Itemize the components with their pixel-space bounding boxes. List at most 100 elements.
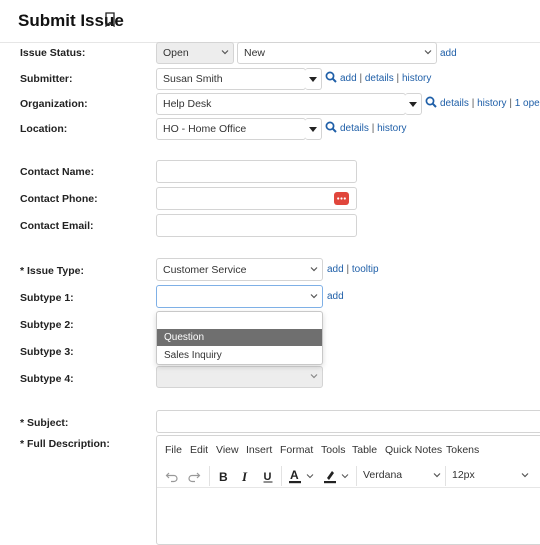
- menu-tools[interactable]: Tools: [321, 444, 346, 456]
- toolbar-bottom-border: [157, 487, 540, 488]
- location-value: HO - Home Office: [163, 123, 247, 135]
- subtype3-label: Subtype 3:: [20, 346, 74, 358]
- submitter-value: Susan Smith: [163, 73, 223, 85]
- issue-type-value: Customer Service: [163, 263, 247, 276]
- chevron-down-icon: [310, 266, 318, 271]
- toolbar-divider: [209, 466, 210, 486]
- link-separator: |: [371, 123, 375, 134]
- menu-quick-notes[interactable]: Quick Notes: [385, 444, 442, 456]
- contact-name-label: Contact Name:: [20, 166, 95, 178]
- subtype4-select[interactable]: [156, 366, 323, 388]
- issue-status-add-link[interactable]: add: [440, 48, 457, 59]
- text-color-icon[interactable]: A: [288, 465, 316, 487]
- organization-dropdown-button[interactable]: [405, 93, 422, 115]
- subtype1-label: Subtype 1:: [20, 292, 74, 304]
- font-family-select[interactable]: Verdana: [363, 469, 402, 481]
- location-label: Location:: [20, 123, 68, 135]
- caret-down-icon: [409, 102, 417, 107]
- contact-phone-label: Contact Phone:: [20, 193, 98, 205]
- chevron-down-icon: [433, 473, 441, 478]
- caret-down-icon: [309, 127, 317, 132]
- organization-value: Help Desk: [163, 98, 212, 110]
- chevron-down-icon: [521, 473, 529, 478]
- subtype1-option-sales-inquiry[interactable]: Sales Inquiry: [157, 347, 322, 364]
- submitter-label: Submitter:: [20, 73, 73, 85]
- redo-icon[interactable]: [187, 465, 201, 487]
- organization-label: Organization:: [20, 98, 88, 110]
- subtype4-label: Subtype 4:: [20, 373, 74, 385]
- svg-text:A: A: [290, 468, 299, 482]
- font-size-select[interactable]: 12px: [452, 469, 475, 481]
- menu-tokens[interactable]: Tokens: [446, 444, 479, 456]
- subtype1-option-question[interactable]: Question: [157, 329, 322, 346]
- issue-status-select[interactable]: Open: [156, 42, 234, 64]
- subtype1-select[interactable]: [156, 285, 323, 308]
- chevron-down-icon: [310, 374, 318, 379]
- chevron-down-icon: [310, 293, 318, 298]
- link-separator: |: [396, 73, 400, 84]
- menu-edit[interactable]: Edit: [190, 444, 208, 456]
- menu-view[interactable]: View: [216, 444, 239, 456]
- subtype1-add-link[interactable]: add: [327, 291, 344, 302]
- search-icon[interactable]: [325, 121, 337, 133]
- highlight-color-icon[interactable]: [323, 465, 351, 487]
- issue-type-select[interactable]: Customer Service: [156, 258, 323, 281]
- menu-format[interactable]: Format: [280, 444, 313, 456]
- subtype2-label: Subtype 2:: [20, 319, 74, 331]
- submitter-add-link[interactable]: add: [340, 73, 357, 84]
- svg-text:U: U: [264, 471, 272, 483]
- submitter-history-link[interactable]: history: [402, 73, 431, 84]
- submitter-input[interactable]: Susan Smith: [156, 68, 306, 90]
- toolbar-divider: [281, 466, 282, 486]
- link-separator: |: [471, 98, 475, 109]
- italic-icon[interactable]: I: [239, 465, 253, 487]
- link-separator: |: [509, 98, 512, 109]
- contact-phone-input[interactable]: [156, 187, 357, 210]
- organization-links: details | history | 1 open i: [440, 98, 540, 109]
- issue-type-links: add | tooltip: [327, 264, 379, 275]
- submitter-details-link[interactable]: details: [365, 73, 394, 84]
- location-history-link[interactable]: history: [377, 123, 406, 134]
- submitter-links: add | details | history: [340, 73, 431, 84]
- subject-input[interactable]: [156, 410, 540, 433]
- issue-status-new-select[interactable]: New: [237, 42, 437, 64]
- issue-type-tooltip-link[interactable]: tooltip: [352, 264, 379, 275]
- bold-icon[interactable]: B: [217, 465, 231, 487]
- organization-open-link[interactable]: 1 open i: [515, 98, 540, 109]
- issue-status-label: Issue Status:: [20, 47, 86, 59]
- contact-email-label: Contact Email:: [20, 220, 94, 232]
- chevron-down-icon: [221, 50, 229, 55]
- location-links: details | history: [340, 123, 407, 134]
- subtype1-option-empty[interactable]: [157, 313, 322, 330]
- underline-icon[interactable]: U: [261, 465, 275, 487]
- location-details-link[interactable]: details: [340, 123, 369, 134]
- link-separator: |: [359, 73, 363, 84]
- subtype1-dropdown: Question Sales Inquiry: [156, 311, 323, 365]
- toolbar-divider: [445, 466, 446, 486]
- issue-type-add-link[interactable]: add: [327, 264, 344, 275]
- organization-history-link[interactable]: history: [477, 98, 506, 109]
- link-separator: |: [346, 264, 350, 275]
- issue-status-new-value: New: [244, 47, 266, 59]
- phone-dots-icon[interactable]: [334, 192, 349, 205]
- svg-text:I: I: [241, 469, 248, 484]
- search-icon[interactable]: [425, 96, 437, 108]
- location-input[interactable]: HO - Home Office: [156, 118, 306, 140]
- organization-input[interactable]: Help Desk: [156, 93, 406, 115]
- undo-icon[interactable]: [165, 465, 179, 487]
- menu-table[interactable]: Table: [352, 444, 377, 456]
- description-editor[interactable]: File Edit View Insert Format Tools Table…: [156, 435, 540, 545]
- caret-down-icon: [309, 77, 317, 82]
- issue-status-value: Open: [163, 47, 189, 59]
- location-dropdown-button[interactable]: [305, 118, 322, 140]
- menu-file[interactable]: File: [165, 444, 182, 456]
- contact-name-input[interactable]: [156, 160, 357, 183]
- svg-text:B: B: [219, 470, 228, 484]
- full-description-label: * Full Description:: [20, 438, 110, 450]
- contact-email-input[interactable]: [156, 214, 357, 237]
- bookmark-icon[interactable]: [104, 12, 116, 27]
- search-icon[interactable]: [325, 71, 337, 83]
- organization-details-link[interactable]: details: [440, 98, 469, 109]
- menu-insert[interactable]: Insert: [246, 444, 272, 456]
- submitter-dropdown-button[interactable]: [305, 68, 322, 90]
